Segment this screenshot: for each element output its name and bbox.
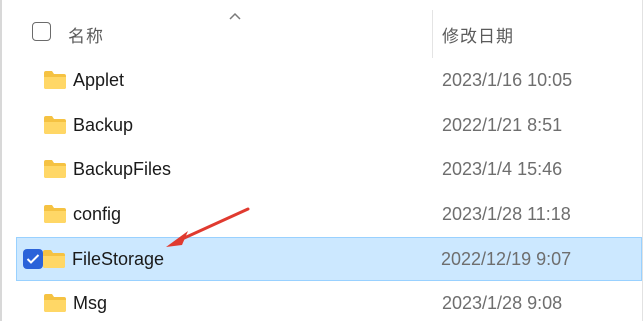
- file-row-backupfiles[interactable]: BackupFiles 2023/1/4 15:46: [2, 147, 642, 192]
- folder-icon: [43, 293, 67, 313]
- select-all-checkbox[interactable]: [32, 22, 51, 41]
- file-row-filestorage[interactable]: FileStorage 2022/12/19 9:07: [16, 236, 642, 282]
- file-name: Msg: [73, 293, 108, 314]
- file-date: 2023/1/16 10:05: [442, 70, 573, 90]
- file-row-backup[interactable]: Backup 2022/1/21 8:51: [2, 103, 642, 148]
- red-arrow-icon: [160, 205, 255, 250]
- folder-icon: [42, 249, 66, 269]
- folder-icon: [43, 115, 67, 135]
- file-name: Applet: [73, 70, 125, 90]
- folder-icon: [43, 204, 67, 224]
- file-date: 2023/1/4 15:46: [442, 159, 563, 180]
- folder-icon: [43, 70, 67, 90]
- file-row-msg[interactable]: Msg 2023/1/28 9:08: [2, 281, 642, 321]
- file-date: 2023/1/28 9:08: [442, 293, 563, 314]
- file-row-config[interactable]: config 2023/1/28 11:18: [2, 192, 642, 237]
- column-header: 名称 修改日期: [2, 0, 642, 58]
- file-name: config: [73, 204, 122, 225]
- column-name-header[interactable]: 名称: [68, 22, 104, 47]
- chevron-up-icon[interactable]: [228, 8, 242, 20]
- file-date: 2022/12/19 9:07: [441, 248, 572, 269]
- file-name: BackupFiles: [73, 159, 172, 180]
- row-checkbox-checked[interactable]: [23, 248, 43, 269]
- folder-icon: [43, 159, 67, 179]
- file-row-applet[interactable]: Applet 2023/1/16 10:05: [2, 58, 642, 103]
- file-explorer-list: 名称 修改日期 Applet 2023/1/16 10:05 Backup 20…: [0, 0, 643, 321]
- file-date: 2023/1/28 11:18: [442, 204, 571, 225]
- file-name: FileStorage: [72, 248, 165, 269]
- file-name: Backup: [73, 114, 134, 135]
- file-list: Applet 2023/1/16 10:05 Backup 2022/1/21 …: [2, 58, 642, 321]
- column-divider[interactable]: [432, 10, 433, 58]
- column-date-header[interactable]: 修改日期: [442, 22, 514, 47]
- file-date: 2022/1/21 8:51: [442, 114, 563, 135]
